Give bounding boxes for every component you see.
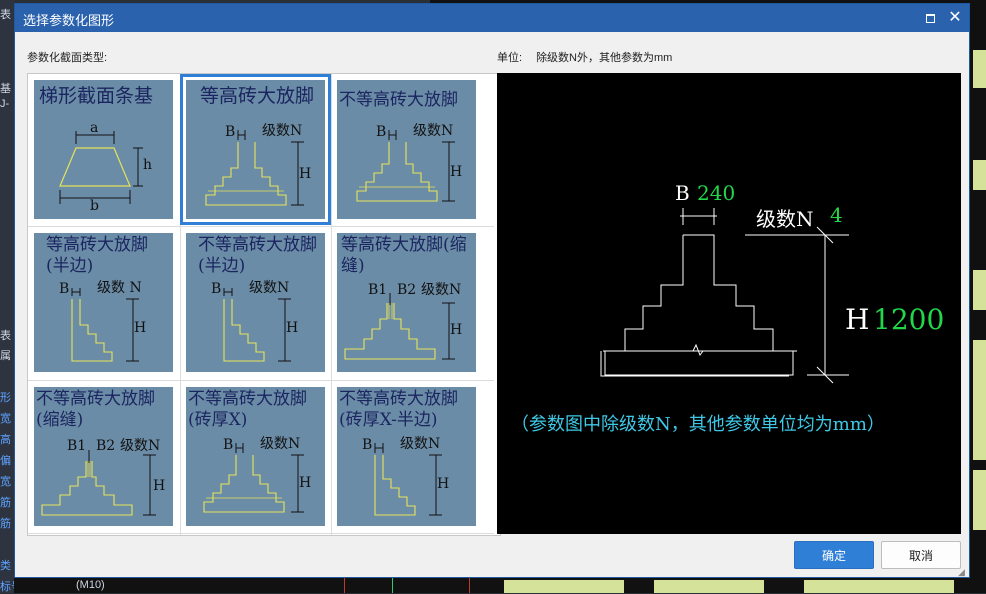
thumb-label: B bbox=[376, 124, 387, 140]
bg-text: 表 bbox=[0, 9, 11, 21]
thumb-label: H bbox=[437, 476, 450, 492]
close-button[interactable]: ✕ bbox=[945, 8, 965, 28]
thumb-label: H bbox=[286, 320, 299, 336]
thumb-label: B2 bbox=[397, 282, 417, 298]
thumb-label: B bbox=[225, 124, 236, 140]
section-type-label: 参数化截面类型: bbox=[27, 52, 108, 64]
thumb-label: 级数N bbox=[260, 436, 301, 452]
bg-text: 偏 bbox=[0, 455, 11, 467]
preview-b-label: B bbox=[675, 181, 690, 205]
thumb-equal-height-brick-half[interactable]: 等高砖大放脚(半边) B 级数 N H bbox=[28, 227, 179, 378]
thumb-label: h bbox=[143, 157, 153, 173]
bg-text: J- bbox=[0, 98, 10, 110]
thumb-label: 级数N bbox=[400, 436, 441, 452]
thumb-label: H bbox=[450, 164, 463, 180]
brick-footing-diagram bbox=[356, 130, 455, 202]
bg-text: 宽 bbox=[0, 476, 11, 488]
resize-grip-icon[interactable]: ◢ bbox=[958, 567, 968, 577]
brick-footing-half-diagram bbox=[71, 288, 139, 362]
thumb-label: 级数N bbox=[421, 282, 462, 298]
trapezoid-diagram bbox=[59, 131, 143, 204]
thumb-label: a bbox=[90, 120, 99, 136]
brick-footing-diagram bbox=[203, 443, 304, 513]
unit-note: 除级数N外，其他参数为mm bbox=[536, 52, 673, 64]
thumb-equal-height-brick-footing[interactable]: 等高砖大放脚 B 级数N H bbox=[180, 74, 331, 225]
bg-text: 高 bbox=[0, 434, 11, 446]
dialog-title: 选择参数化图形 bbox=[23, 13, 115, 28]
thumb-trapezoid-strip-footing[interactable]: 梯形截面条基 a h b bbox=[28, 74, 179, 225]
thumb-label: H bbox=[153, 478, 166, 494]
thumb-label: B2 bbox=[96, 438, 116, 454]
preview-b-value[interactable]: 240 bbox=[697, 181, 735, 205]
maximize-button[interactable] bbox=[921, 8, 941, 28]
background-bottom-drawing: (M10) bbox=[14, 578, 970, 593]
thumb-label: b bbox=[90, 198, 99, 214]
thumb-label: 级数 N bbox=[97, 280, 142, 296]
background-left-panel: 表 基 J- 表 属 形 宽 高 偏 宽 筋 筋 类 标号 bbox=[0, 0, 22, 593]
thumb-label: 级数N bbox=[413, 123, 454, 139]
cancel-button[interactable]: 取消 bbox=[881, 541, 961, 569]
thumb-unequal-height-brick-thickness-x-half[interactable]: 不等高砖大放脚(砖厚X-半边) B 级数N H bbox=[331, 381, 482, 532]
thumb-unequal-height-brick-thickness-x[interactable]: 不等高砖大放脚(砖厚X) B 级数N H bbox=[180, 381, 331, 532]
bg-text: 筋 bbox=[0, 518, 11, 530]
maximize-icon bbox=[926, 14, 935, 23]
thumb-unequal-height-brick-footing[interactable]: 不等高砖大放脚 B 级数N H bbox=[331, 74, 482, 225]
thumb-label: B1 bbox=[67, 438, 87, 454]
brick-footing-half-diagram bbox=[223, 288, 291, 362]
unit-info: 单位: 除级数N外，其他参数为mm bbox=[497, 49, 672, 65]
thumb-label: B bbox=[59, 281, 70, 297]
parameter-preview-canvas[interactable]: B 240 级数N 4 H 1200 （参数图中除级数N，其他参数单位均为mm） bbox=[497, 73, 961, 534]
thumb-unequal-height-brick-joint[interactable]: 不等高砖大放脚(缩缝) B1 B2 级数N H bbox=[28, 381, 179, 532]
thumb-label: H bbox=[134, 320, 147, 336]
thumb-label: B bbox=[362, 437, 373, 453]
thumb-equal-height-brick-joint[interactable]: 等高砖大放脚(缩缝) B1 B2 级数N H bbox=[331, 227, 482, 378]
bg-text: 筋 bbox=[0, 497, 11, 509]
thumb-unequal-height-brick-half[interactable]: 不等高砖大放脚(半边) B 级数N H bbox=[180, 227, 331, 378]
preview-h-label: H bbox=[845, 303, 870, 336]
brick-footing-joint-diagram bbox=[41, 450, 156, 516]
bg-text: 类 bbox=[0, 560, 11, 572]
unit-label: 单位: bbox=[497, 52, 523, 64]
preview-n-label: 级数N bbox=[756, 207, 814, 231]
background-right-drawing bbox=[970, 0, 986, 593]
thumb-label: B bbox=[223, 437, 234, 453]
preview-unit-note: （参数图中除级数N，其他参数单位均为mm） bbox=[511, 414, 885, 435]
brick-footing-half-diagram bbox=[374, 443, 442, 516]
brick-footing-joint-diagram bbox=[344, 293, 455, 360]
preview-n-value[interactable]: 4 bbox=[830, 203, 843, 227]
thumb-label: H bbox=[450, 322, 463, 338]
close-icon: ✕ bbox=[948, 9, 962, 26]
thumb-label: 级数N bbox=[249, 280, 290, 296]
ok-button[interactable]: 确定 bbox=[794, 541, 874, 569]
thumb-label: 级数N bbox=[120, 438, 161, 454]
bg-text: 表 bbox=[0, 330, 11, 342]
thumb-label: 级数N bbox=[262, 123, 303, 139]
thumb-label: H bbox=[299, 475, 312, 491]
bg-text: 形 bbox=[0, 392, 11, 404]
thumb-label: H bbox=[299, 166, 312, 182]
thumb-label: B bbox=[211, 281, 222, 297]
preview-h-value[interactable]: 1200 bbox=[873, 303, 944, 336]
thumb-label: B1 bbox=[368, 282, 388, 298]
bg-bottom-text: (M10) bbox=[76, 579, 105, 591]
shape-thumbnail-grid[interactable]: 梯形截面条基 a h b 等高砖大放脚 B 级数N H 不等高砖大放脚 B 级数… bbox=[27, 73, 501, 536]
bg-text: 属 bbox=[0, 350, 11, 362]
bg-text: 基 bbox=[0, 83, 11, 95]
select-parametric-shape-dialog: 选择参数化图形 ✕ 参数化截面类型: 单位: 除级数N外，其他参数为mm 梯形截面… bbox=[14, 3, 970, 578]
brick-footing-diagram bbox=[205, 130, 304, 206]
bg-text: 宽 bbox=[0, 413, 11, 425]
dialog-titlebar[interactable]: 选择参数化图形 ✕ bbox=[15, 4, 969, 32]
